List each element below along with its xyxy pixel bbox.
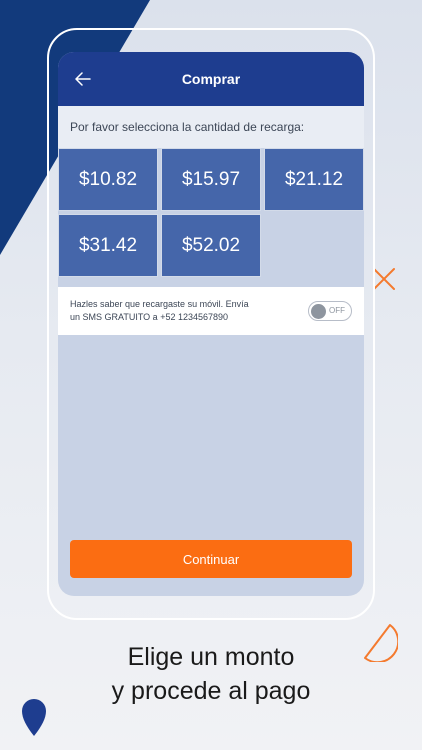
amount-grid-empty-cell <box>264 214 364 277</box>
promo-caption: Elige un monto y procede al pago <box>0 640 422 708</box>
sms-text-line-1: Hazles saber que recargaste su móvil. En… <box>70 299 249 309</box>
sms-notification-row: Hazles saber que recargaste su móvil. En… <box>58 287 364 335</box>
arrow-left-icon <box>75 72 91 86</box>
amount-option-5[interactable]: $52.02 <box>161 214 261 277</box>
amount-option-3[interactable]: $21.12 <box>264 148 364 211</box>
amount-option-2[interactable]: $15.97 <box>161 148 261 211</box>
recharge-prompt: Por favor selecciona la cantidad de reca… <box>58 106 364 148</box>
sms-notification-text: Hazles saber que recargaste su móvil. En… <box>70 298 285 324</box>
back-button[interactable] <box>70 66 96 92</box>
caption-line-1: Elige un monto <box>127 643 295 671</box>
toggle-knob <box>311 303 326 319</box>
amount-grid: $10.82 $15.97 $21.12 $31.42 $52.02 <box>58 148 364 277</box>
recharge-prompt-text: Por favor selecciona la cantidad de reca… <box>70 120 305 134</box>
toggle-label: OFF <box>329 306 345 315</box>
amount-option-4[interactable]: $31.42 <box>58 214 158 277</box>
decorative-x-icon <box>373 268 395 290</box>
page-title: Comprar <box>181 71 241 87</box>
continue-button[interactable]: Continuar <box>70 540 352 578</box>
sms-toggle[interactable]: OFF <box>308 301 352 321</box>
caption-line-2: y procede al pago <box>111 677 311 705</box>
app-header: Comprar <box>58 52 364 106</box>
app-screen: Comprar Por favor selecciona la cantidad… <box>58 52 364 596</box>
sms-text-line-2: un SMS GRATUITO a +52 1234567890 <box>70 312 229 322</box>
amount-option-1[interactable]: $10.82 <box>58 148 158 211</box>
